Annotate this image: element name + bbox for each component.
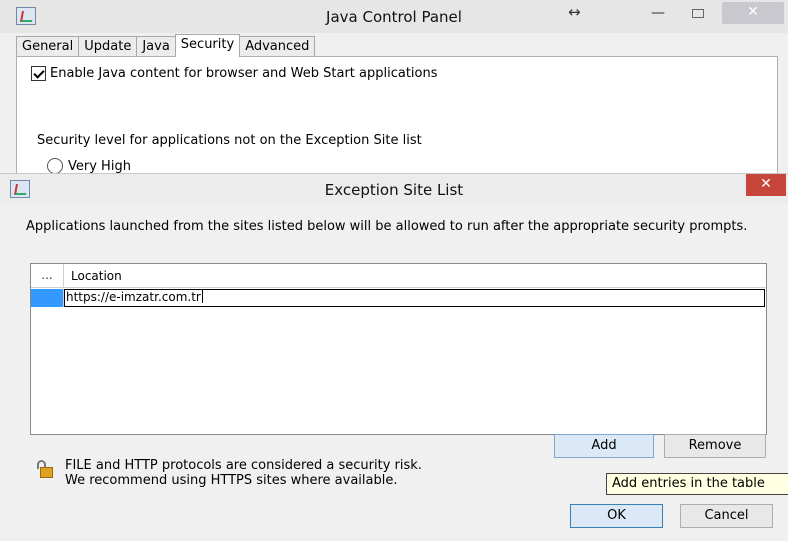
maximize-icon [692,9,704,18]
tab-java[interactable]: Java [136,36,176,57]
minimize-icon: — [651,5,665,21]
exception-site-table[interactable]: ... Location https://e-imzatr.com.tr [30,263,767,435]
tab-security[interactable]: Security [174,34,241,57]
resize-arrows-icon: ↔ [568,3,581,21]
maximize-button[interactable] [680,3,716,25]
column-header-location[interactable]: Location [64,264,122,287]
column-header-dots[interactable]: ... [31,264,64,288]
exception-dialog-title: Exception Site List [324,181,464,199]
radio-very-high-row[interactable]: Very High [47,158,131,174]
close-icon: ✕ [760,176,772,192]
location-value: https://e-imzatr.com.tr [66,290,201,304]
security-tab-panel: Enable Java content for browser and Web … [16,56,778,180]
exception-dialog-titlebar[interactable]: Exception Site List ✕ [0,174,788,204]
security-level-label: Security level for applications not on t… [37,133,422,148]
exception-description: Applications launched from the sites lis… [26,219,748,234]
lock-warning-icon [36,460,54,478]
java-control-panel-window: Java Control Panel ↔ — ✕ General Update … [0,0,788,180]
minimize-button[interactable]: — [640,3,676,25]
control-panel-close-button[interactable]: ✕ [722,2,784,24]
tab-advanced[interactable]: Advanced [239,36,316,57]
tab-general[interactable]: General [16,36,80,57]
close-icon: ✕ [747,4,759,20]
warning-line-2: We recommend using HTTPS sites where ava… [65,473,398,488]
warning-line-1: FILE and HTTP protocols are considered a… [65,458,422,473]
ok-button[interactable]: OK [570,504,663,528]
control-panel-titlebar[interactable]: Java Control Panel ↔ — ✕ [0,0,788,33]
radio-very-high-label: Very High [68,158,131,174]
enable-java-label: Enable Java content for browser and Web … [50,66,438,81]
radio-very-high[interactable] [47,158,63,174]
table-header: ... Location [31,264,766,288]
enable-java-row[interactable]: Enable Java content for browser and Web … [31,66,438,81]
cancel-button[interactable]: Cancel [680,504,773,528]
exception-site-list-dialog: Exception Site List ✕ Applications launc… [0,173,788,541]
table-row[interactable]: https://e-imzatr.com.tr [31,289,766,307]
location-edit-field[interactable]: https://e-imzatr.com.tr [64,289,765,307]
lock-body [40,467,53,478]
security-warning-text: FILE and HTTP protocols are considered a… [65,458,422,488]
tab-update[interactable]: Update [78,36,138,57]
text-caret [201,290,203,303]
add-button-tooltip: Add entries in the table [606,473,788,495]
control-panel-tabs: General Update Java Security Advanced [16,34,316,57]
row-selector-cell[interactable] [31,289,64,307]
enable-java-checkbox[interactable] [31,66,46,81]
exception-dialog-close-button[interactable]: ✕ [746,174,786,196]
remove-button[interactable]: Remove [664,434,766,458]
add-button[interactable]: Add [554,434,654,458]
